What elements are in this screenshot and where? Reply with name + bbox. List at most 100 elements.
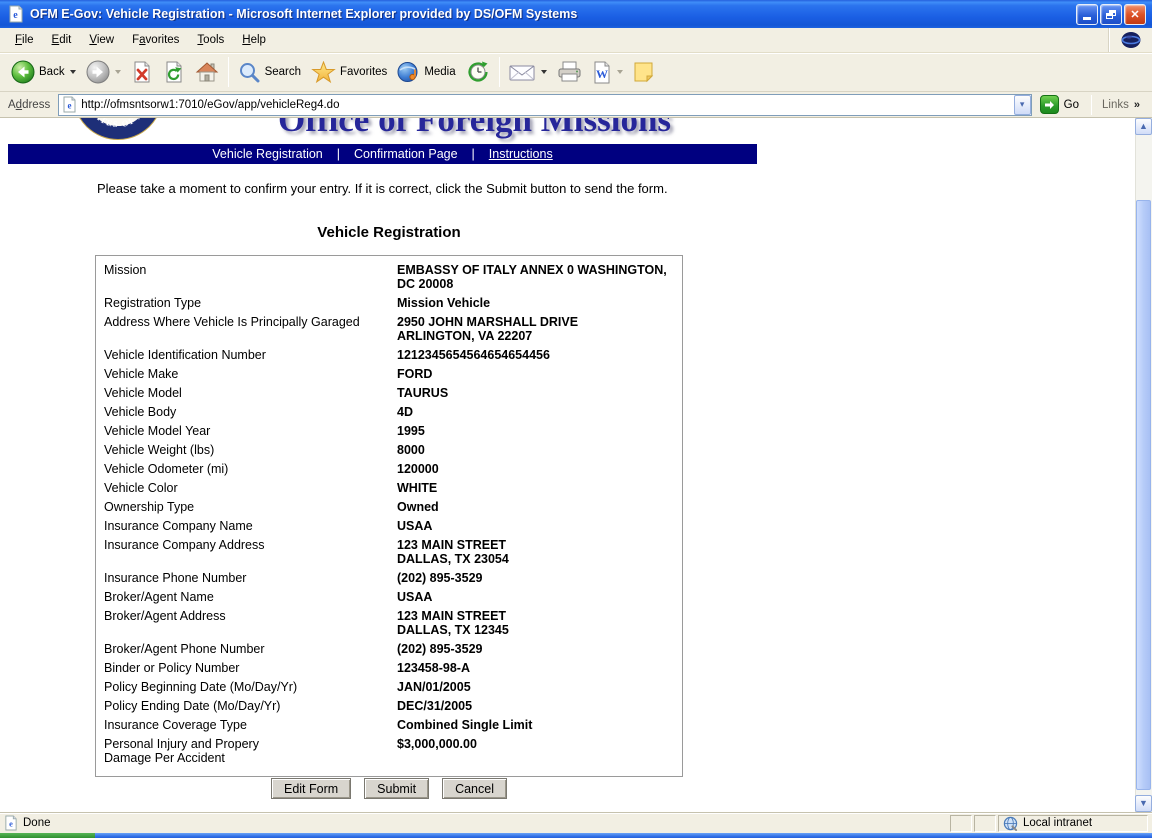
status-text: Done xyxy=(23,817,51,829)
row-label: Mission xyxy=(104,263,397,291)
intro-text: Please take a moment to confirm your ent… xyxy=(97,181,668,196)
minimize-icon xyxy=(1083,17,1091,20)
scroll-up-button[interactable]: ▲ xyxy=(1135,118,1152,135)
window-title: OFM E-Gov: Vehicle Registration - Micros… xyxy=(30,7,1076,21)
print-button[interactable] xyxy=(552,55,587,89)
svg-text:e: e xyxy=(9,820,13,829)
minimize-button[interactable] xyxy=(1076,4,1098,25)
forward-button[interactable] xyxy=(81,55,126,89)
discuss-button[interactable] xyxy=(628,55,659,89)
menu-item-tools[interactable]: Tools xyxy=(188,31,233,49)
menu-item-favorites[interactable]: Favorites xyxy=(123,31,188,49)
edit-with-word-button[interactable]: W xyxy=(587,55,628,89)
page-content: STATES OF AM Office of Foreign Missions … xyxy=(0,118,1135,812)
close-icon: ✕ xyxy=(1130,8,1139,21)
scroll-down-button[interactable]: ▼ xyxy=(1135,795,1152,812)
brand-logo-area xyxy=(1108,28,1152,52)
toolbar-separator xyxy=(228,57,229,87)
home-button[interactable] xyxy=(190,55,224,89)
go-icon xyxy=(1040,95,1059,114)
restore-icon xyxy=(1106,10,1116,19)
row-value: 123458-98-A xyxy=(397,661,674,675)
status-panel xyxy=(950,815,972,832)
row-value: Mission Vehicle xyxy=(397,296,674,310)
row-label: Vehicle Make xyxy=(104,367,397,381)
row-value: TAURUS xyxy=(397,386,674,400)
favorites-button[interactable]: Favorites xyxy=(306,55,392,89)
table-row: Ownership TypeOwned xyxy=(104,500,674,514)
notes-icon xyxy=(633,61,654,83)
row-value: USAA xyxy=(397,590,674,604)
menu-item-help[interactable]: Help xyxy=(233,31,275,49)
search-label: Search xyxy=(265,66,301,78)
row-value: Combined Single Limit xyxy=(397,718,674,732)
row-label: Broker/Agent Name xyxy=(104,590,397,604)
row-value: 123 MAIN STREETDALLAS, TX 23054 xyxy=(397,538,674,566)
table-row: Vehicle Identification Number12123456545… xyxy=(104,348,674,362)
edit-form-button[interactable]: Edit Form xyxy=(271,778,351,799)
cancel-button[interactable]: Cancel xyxy=(442,778,507,799)
menu-item-view[interactable]: View xyxy=(80,31,123,49)
stop-button[interactable] xyxy=(126,55,158,89)
security-zone-label: Local intranet xyxy=(1023,817,1092,829)
row-label: Insurance Company Name xyxy=(104,519,397,533)
table-row: Broker/Agent NameUSAA xyxy=(104,590,674,604)
start-button[interactable] xyxy=(0,833,95,838)
form-buttons: Edit Form Submit Cancel xyxy=(95,778,683,799)
menu-bar: FileEditViewFavoritesToolsHelp xyxy=(0,28,1152,53)
svg-text:e: e xyxy=(68,101,72,111)
brand-logo-icon xyxy=(1120,29,1142,51)
menu-item-file[interactable]: File xyxy=(6,31,43,49)
title-bar: e OFM E-Gov: Vehicle Registration - Micr… xyxy=(0,0,1152,28)
scrollbar-track[interactable] xyxy=(1135,135,1152,795)
row-value: 2950 JOHN MARSHALL DRIVEARLINGTON, VA 22… xyxy=(397,315,674,343)
back-button[interactable]: Back xyxy=(6,55,81,89)
status-panel xyxy=(974,815,996,832)
restore-button[interactable] xyxy=(1100,4,1122,25)
status-bar: e Done Local intranet xyxy=(0,812,1152,833)
table-row: Vehicle ModelTAURUS xyxy=(104,386,674,400)
search-button[interactable]: Search xyxy=(233,55,306,89)
close-button[interactable]: ✕ xyxy=(1124,4,1146,25)
submit-button[interactable]: Submit xyxy=(364,778,429,799)
table-row: Binder or Policy Number123458-98-A xyxy=(104,661,674,675)
nav-item-vehicle-registration[interactable]: Vehicle Registration xyxy=(206,147,328,161)
page-icon: e xyxy=(62,96,77,113)
media-label: Media xyxy=(424,66,455,78)
menu-item-edit[interactable]: Edit xyxy=(43,31,81,49)
toolbar-separator xyxy=(499,57,500,87)
row-label: Insurance Coverage Type xyxy=(104,718,397,732)
refresh-button[interactable] xyxy=(158,55,190,89)
links-button[interactable]: Links » xyxy=(1096,99,1148,111)
table-row: Policy Ending Date (Mo/Day/Yr)DEC/31/200… xyxy=(104,699,674,713)
page-heading: Vehicle Registration xyxy=(95,224,683,241)
mail-dropdown-icon[interactable] xyxy=(541,70,547,74)
nav-item-confirmation-page[interactable]: Confirmation Page xyxy=(348,147,464,161)
row-label: Binder or Policy Number xyxy=(104,661,397,675)
forward-icon xyxy=(86,60,110,84)
row-value: (202) 895-3529 xyxy=(397,642,674,656)
vertical-scrollbar[interactable]: ▲ ▼ xyxy=(1135,118,1152,812)
go-button[interactable]: Go xyxy=(1032,95,1087,114)
svg-text:W: W xyxy=(596,67,608,81)
taskbar-strip xyxy=(95,833,1152,838)
row-label: Vehicle Body xyxy=(104,405,397,419)
back-dropdown-icon[interactable] xyxy=(70,70,76,74)
stop-icon xyxy=(131,60,153,84)
nav-item-instructions[interactable]: Instructions xyxy=(483,147,559,161)
table-row: Insurance Phone Number(202) 895-3529 xyxy=(104,571,674,585)
mail-button[interactable] xyxy=(504,55,552,89)
media-icon xyxy=(397,61,420,84)
media-button[interactable]: Media xyxy=(392,55,460,89)
row-value: Owned xyxy=(397,500,674,514)
menu-bar-items: FileEditViewFavoritesToolsHelp xyxy=(0,28,1108,52)
address-dropdown-button[interactable]: ▾ xyxy=(1014,95,1031,115)
address-bar: Address e http://ofmsntsorw1:7010/eGov/a… xyxy=(0,92,1152,118)
scrollbar-thumb[interactable] xyxy=(1136,200,1151,790)
table-row: Broker/Agent Address123 MAIN STREETDALLA… xyxy=(104,609,674,637)
address-input[interactable]: e http://ofmsntsorw1:7010/eGov/app/vehic… xyxy=(58,94,1031,116)
row-value: 1212345654564654654456 xyxy=(397,348,674,362)
history-button[interactable] xyxy=(461,55,495,89)
bar-separator xyxy=(1091,95,1092,115)
nav-separator: | xyxy=(329,147,348,161)
